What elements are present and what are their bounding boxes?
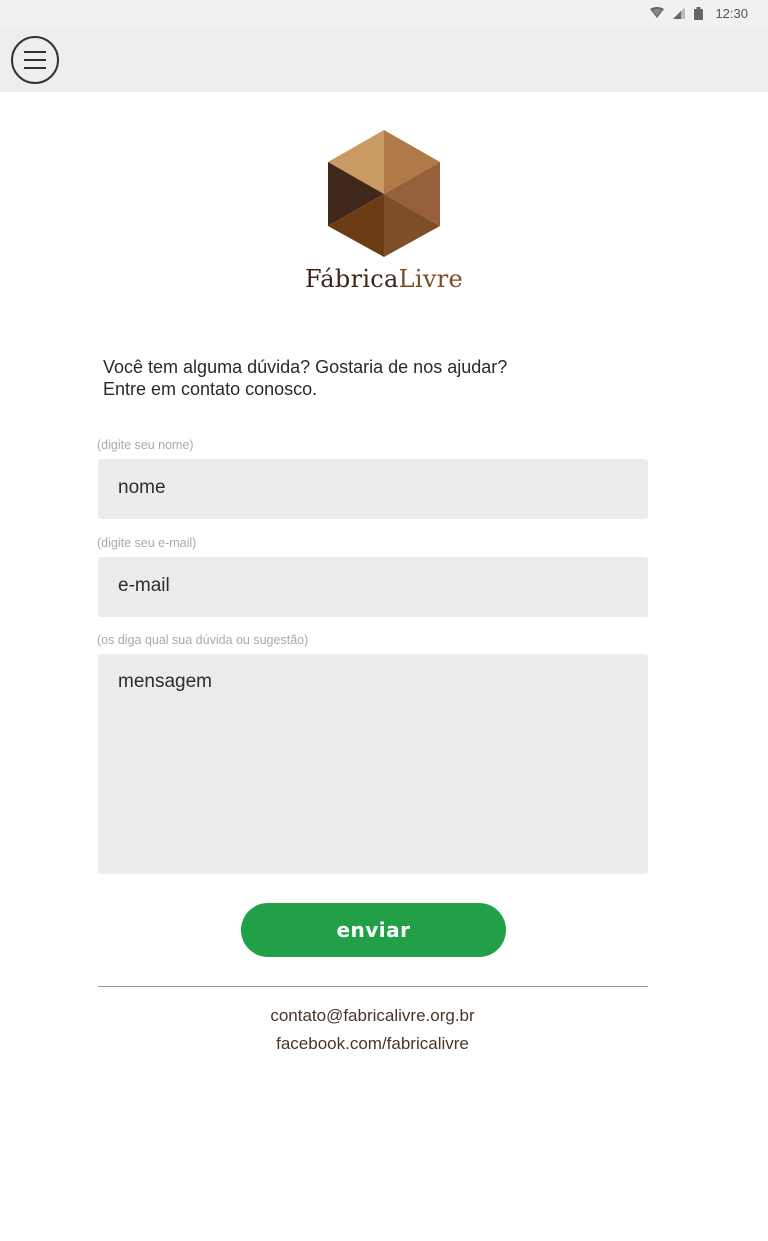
wifi-icon (650, 7, 665, 18)
status-bar: 12:30 (0, 0, 768, 26)
signal-icon (673, 7, 686, 19)
status-time: 12:30 (715, 5, 748, 21)
battery-icon (694, 6, 704, 20)
message-field[interactable]: mensagem (98, 654, 648, 874)
name-placeholder: nome (118, 477, 166, 498)
name-hint: (digite seu nome) (97, 438, 194, 452)
message-placeholder: mensagem (118, 671, 212, 692)
cube-logo (328, 130, 440, 257)
menu-button[interactable] (11, 36, 59, 84)
email-field[interactable]: e-mail (98, 557, 648, 617)
intro-line-1: Você tem alguma dúvida? Gostaria de nos … (103, 357, 508, 377)
brand-name-part1: Fábrica (304, 265, 399, 293)
message-hint: (os diga qual sua dúvida ou sugestão) (97, 633, 309, 647)
contact-email-link[interactable]: contato@fabricalivre.org.br (0, 1006, 745, 1026)
app-bar (0, 26, 768, 92)
facebook-link[interactable]: facebook.com/fabricalivre (0, 1034, 745, 1054)
intro-line-2: Entre em contato conosco. (103, 379, 318, 399)
brand-wordmark: FábricaLivre (0, 265, 768, 293)
divider (98, 986, 648, 987)
brand-name-part2: Livre (398, 265, 464, 293)
status-icons: 12:30 (650, 5, 748, 21)
intro-text: Você tem alguma dúvida? Gostaria de nos … (103, 356, 663, 400)
name-field[interactable]: nome (98, 459, 648, 519)
email-placeholder: e-mail (118, 575, 170, 596)
send-button[interactable]: enviar (241, 903, 506, 957)
email-hint: (digite seu e-mail) (97, 536, 197, 550)
